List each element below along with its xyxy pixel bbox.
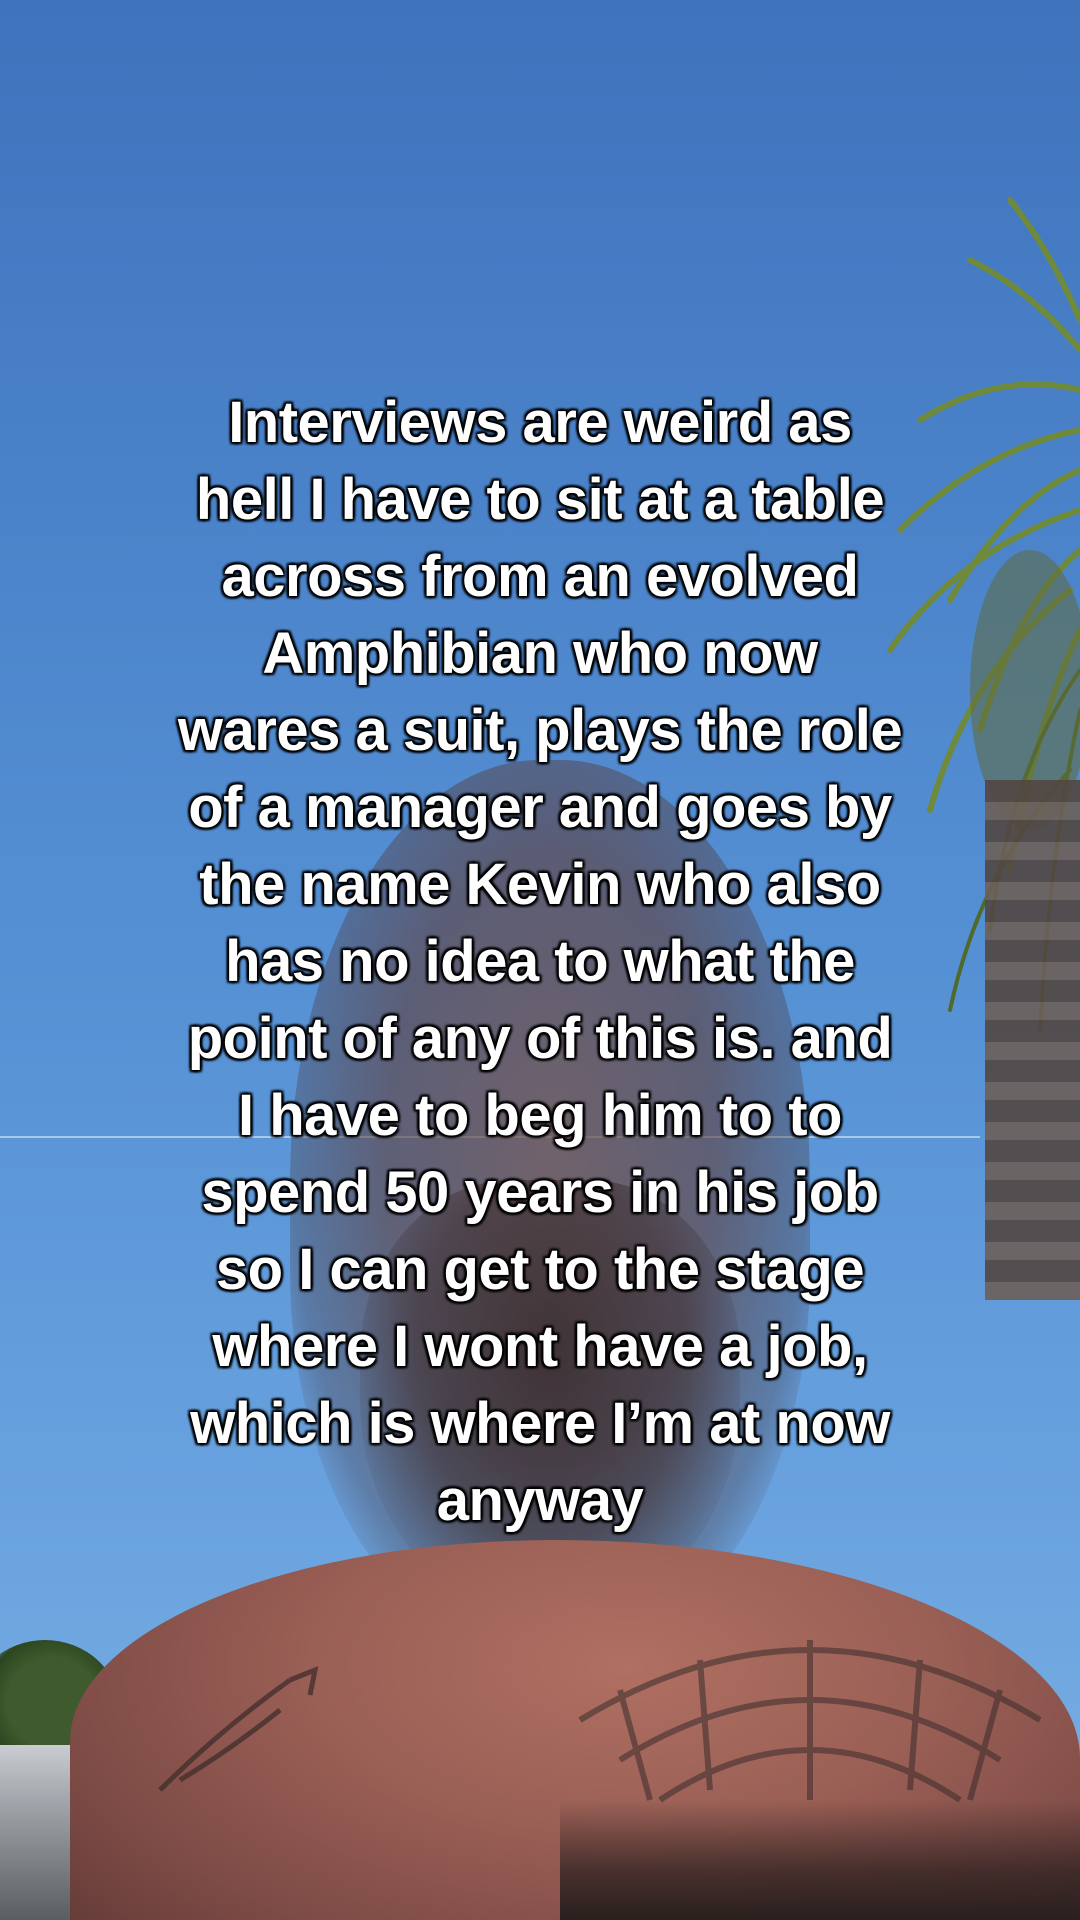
- caption-line: where I wont have a job,: [212, 1314, 868, 1379]
- caption-line: the name Kevin who also: [199, 852, 881, 917]
- caption-line: so I can get to the stage: [215, 1237, 865, 1302]
- caption-line: of a manager and goes by: [188, 775, 892, 840]
- caption-line: across from an evolved: [221, 544, 859, 609]
- caption-line: I have to beg him to to: [238, 1083, 842, 1148]
- caption-line: point of any of this is. and: [187, 1006, 893, 1071]
- bottom-shadow: [560, 1800, 1080, 1920]
- caption-line: which is where I’m at now: [190, 1391, 890, 1456]
- caption-line: has no idea to what the: [225, 929, 855, 994]
- caption-line: Amphibian who now: [262, 621, 818, 686]
- building-roof: [985, 780, 1080, 1300]
- caption-line: wares a suit, plays the role: [177, 698, 903, 763]
- caption-text: Interviews are weird as hell I have to s…: [120, 384, 960, 1539]
- caption-line: Interviews are weird as: [228, 390, 852, 455]
- caption-line: hell I have to sit at a table: [195, 467, 885, 532]
- shoulder-tattoo: [158, 1665, 319, 1792]
- caption-line: anyway: [436, 1468, 644, 1533]
- caption-line: spend 50 years in his job: [201, 1160, 879, 1225]
